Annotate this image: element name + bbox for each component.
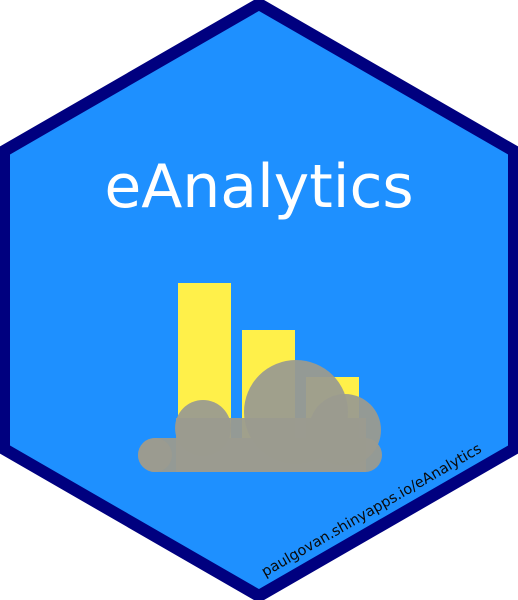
hex-sticker: eAnalytics paulgovan.shinyapps.io/eAnaly… <box>0 0 518 600</box>
hex-border <box>0 0 518 600</box>
logo-title: eAnalytics <box>104 152 413 222</box>
hex-logo: eAnalytics paulgovan.shinyapps.io/eAnaly… <box>0 0 518 600</box>
